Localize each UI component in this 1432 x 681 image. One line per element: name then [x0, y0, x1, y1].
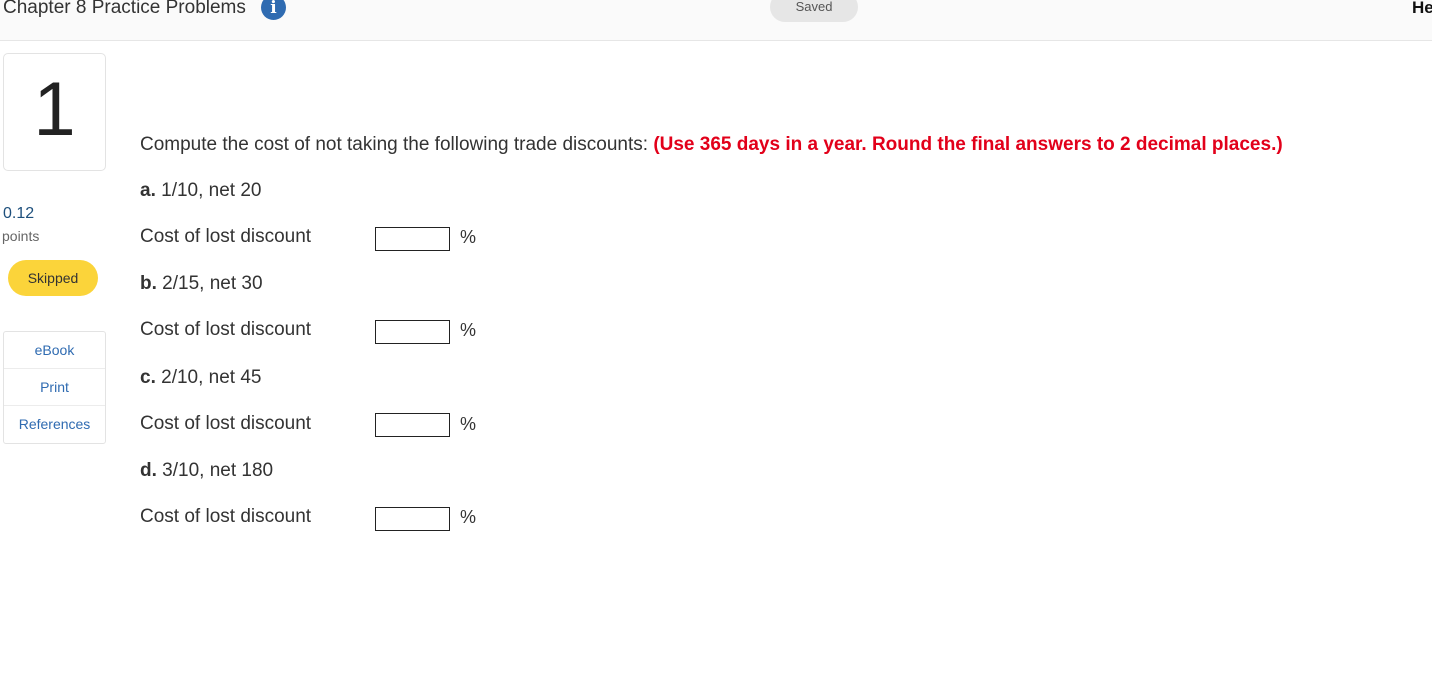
- part-d-heading: d. 3/10, net 180: [140, 460, 273, 482]
- part-b-heading: b. 2/15, net 30: [140, 273, 263, 295]
- part-c-percent-sign: %: [460, 414, 477, 434]
- prompt-text: Compute the cost of not taking the follo…: [140, 134, 649, 155]
- question-number: 1: [33, 67, 76, 152]
- resource-links: eBook Print References: [3, 331, 106, 444]
- instruction-text: (Use 365 days in a year. Round the final…: [653, 134, 1283, 155]
- part-d-label: Cost of lost discount: [140, 506, 312, 527]
- part-a-heading: a. 1/10, net 20: [140, 180, 262, 202]
- part-a-answer-input[interactable]: [375, 227, 450, 251]
- status-badge: Skipped: [8, 260, 98, 296]
- assignment-title: Chapter 8 Practice Problems: [3, 0, 246, 18]
- part-b-answer-input[interactable]: [375, 320, 450, 344]
- references-link[interactable]: References: [4, 406, 105, 442]
- info-icon[interactable]: i: [261, 0, 286, 20]
- question-number-card: 1: [3, 53, 106, 171]
- part-d-percent-sign: %: [460, 507, 477, 527]
- part-a-label: Cost of lost discount: [140, 226, 312, 247]
- part-c-answer-input[interactable]: [375, 413, 450, 437]
- part-letter: c.: [140, 367, 156, 388]
- part-c-heading: c. 2/10, net 45: [140, 367, 262, 389]
- part-a-percent-sign: %: [460, 227, 477, 247]
- points-value: 0.12: [3, 205, 35, 222]
- part-letter: b.: [140, 273, 157, 294]
- ebook-link[interactable]: eBook: [4, 332, 105, 369]
- help-link[interactable]: He: [1412, 0, 1432, 20]
- part-c-label: Cost of lost discount: [140, 413, 312, 434]
- part-b-percent-sign: %: [460, 320, 477, 340]
- part-terms: 1/10, net 20: [161, 180, 262, 201]
- part-d-answer-input[interactable]: [375, 507, 450, 531]
- part-terms: 2/15, net 30: [162, 273, 263, 294]
- save-status-badge: Saved: [770, 0, 858, 22]
- print-link[interactable]: Print: [4, 369, 105, 406]
- part-b-label: Cost of lost discount: [140, 319, 312, 340]
- part-terms: 3/10, net 180: [162, 460, 274, 481]
- part-letter: a.: [140, 180, 156, 201]
- points-label: points: [2, 228, 40, 244]
- part-terms: 2/10, net 45: [161, 367, 262, 388]
- part-letter: d.: [140, 460, 157, 481]
- question-prompt: Compute the cost of not taking the follo…: [140, 134, 1283, 156]
- top-bar: Chapter 8 Practice Problems i Saved He: [0, 0, 1432, 41]
